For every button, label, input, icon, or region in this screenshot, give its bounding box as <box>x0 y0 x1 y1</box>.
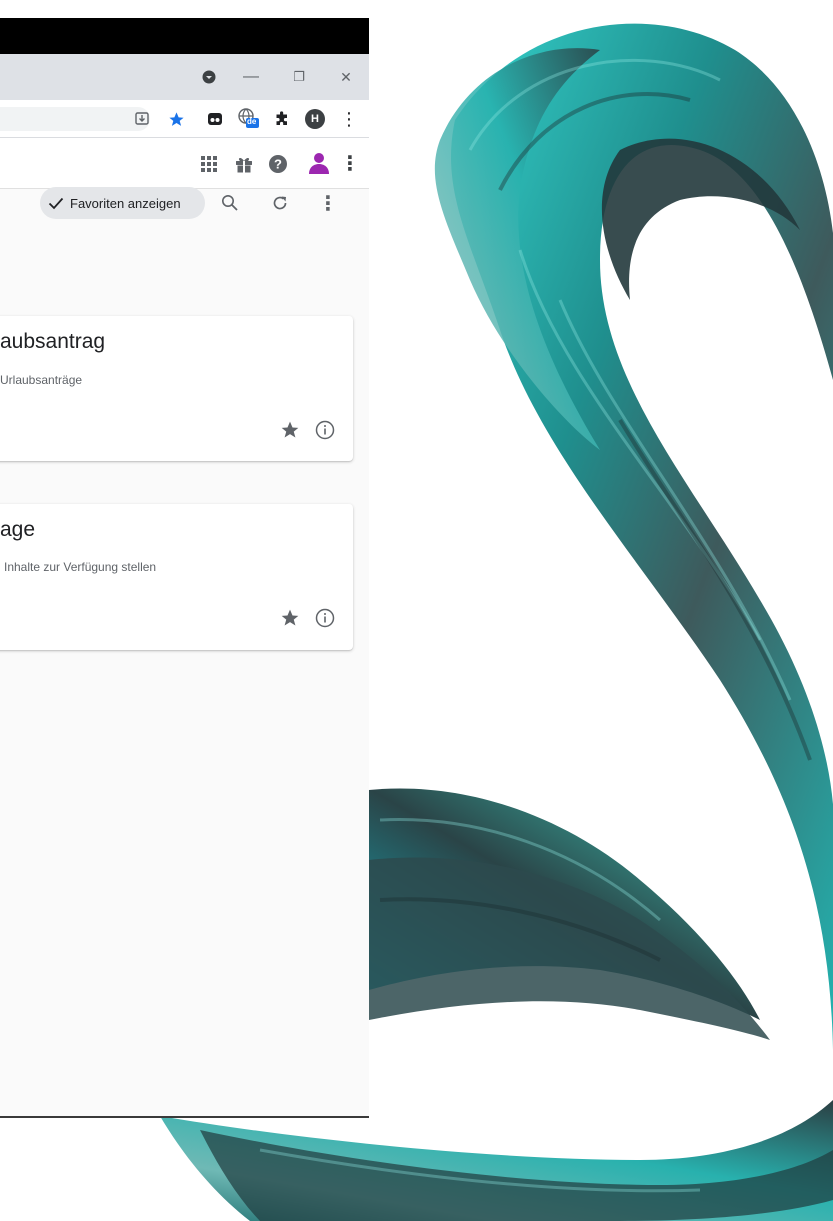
extension-tile-icon[interactable] <box>203 107 227 131</box>
address-bar[interactable] <box>0 107 150 131</box>
more-options-icon[interactable]: ⋮ <box>316 191 340 215</box>
favorites-toggle-chip[interactable]: Favoriten anzeigen <box>40 187 205 219</box>
gift-icon[interactable] <box>232 152 256 176</box>
card-subtitle: Urlaubsanträge <box>0 373 83 387</box>
bookmark-star-icon[interactable] <box>164 107 188 131</box>
page-content: aubsantrag Urlaubsanträge age Inhalte zu… <box>0 189 369 1116</box>
check-icon <box>48 197 64 210</box>
info-icon[interactable] <box>313 606 337 630</box>
favorites-chip-label: Favoriten anzeigen <box>70 195 181 211</box>
user-icon[interactable] <box>306 150 332 176</box>
profile-avatar[interactable]: H <box>305 109 325 129</box>
favorite-star-icon[interactable] <box>278 418 302 442</box>
window-titlebar <box>0 18 369 54</box>
card-title: aubsantrag <box>0 330 106 353</box>
search-icon[interactable] <box>218 191 242 215</box>
help-icon[interactable]: ? <box>266 152 290 176</box>
favorite-star-icon[interactable] <box>278 606 302 630</box>
card-title: age <box>0 518 36 541</box>
refresh-icon[interactable] <box>268 191 292 215</box>
svg-text:?: ? <box>274 157 282 172</box>
translate-badge-label: de <box>247 117 257 126</box>
card-subtitle: Inhalte zur Verfügung stellen <box>4 560 157 574</box>
restore-icon[interactable]: ❐ <box>287 65 311 89</box>
minimize-icon[interactable]: — <box>239 65 263 89</box>
browser-window: — ❐ ✕ de H ⋮ ? ⋮ aubsantrag Urlaubsanträ… <box>0 18 369 1118</box>
extensions-puzzle-icon[interactable] <box>270 107 294 131</box>
install-icon[interactable] <box>130 107 154 131</box>
tab-strip: — ❐ ✕ <box>0 54 369 100</box>
translate-icon[interactable]: de <box>236 106 260 130</box>
close-icon[interactable]: ✕ <box>334 65 358 89</box>
info-icon[interactable] <box>313 418 337 442</box>
tab-search-icon[interactable] <box>197 65 221 89</box>
apps-grid-icon[interactable] <box>197 152 221 176</box>
app-card[interactable]: age Inhalte zur Verfügung stellen <box>0 504 353 650</box>
app-card[interactable]: aubsantrag Urlaubsanträge <box>0 316 353 461</box>
more-vert-icon[interactable]: ⋮ <box>338 151 362 175</box>
browser-menu-icon[interactable]: ⋮ <box>337 107 361 131</box>
